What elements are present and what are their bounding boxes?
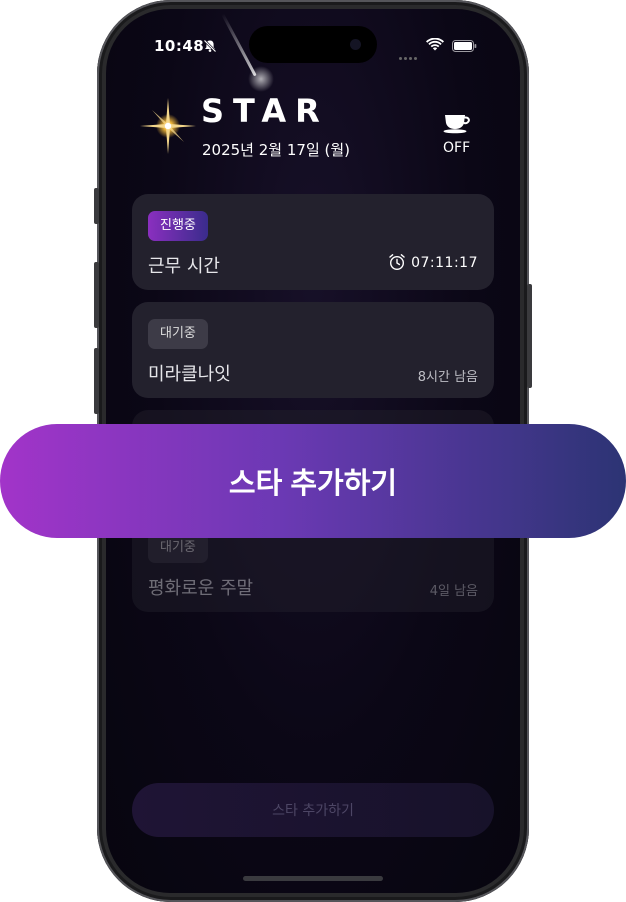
volume-up-button (94, 262, 99, 328)
alarm-clock-icon (389, 254, 405, 271)
coffee-cup-icon[interactable] (442, 110, 472, 134)
battery-icon (452, 40, 477, 52)
add-star-bottom-button[interactable]: 스타 추가하기 (132, 783, 494, 837)
power-button (527, 284, 532, 388)
status-badge: 진행중 (148, 211, 208, 241)
star-logo-icon (140, 98, 196, 154)
cellular-icon (399, 45, 419, 64)
dynamic-island (249, 26, 377, 63)
elapsed-timer: 07:11:17 (411, 255, 478, 271)
card-title: 근무 시간 (148, 256, 220, 277)
card-title: 미라클나잇 (148, 364, 231, 385)
star-card-waiting[interactable]: 대기중 미라클나잇 8시간 남음 (132, 302, 494, 398)
status-badge: 대기중 (148, 319, 208, 349)
current-date: 2025년 2월 17일 (월) (202, 141, 351, 159)
bell-slash-icon (203, 39, 217, 53)
meteor-glow (248, 66, 274, 92)
star-card-active[interactable]: 진행중 근무 시간 07:11:17 (132, 194, 494, 290)
wifi-icon (426, 38, 444, 51)
toggle-status-label[interactable]: OFF (443, 140, 470, 156)
status-time: 10:48 (154, 37, 205, 55)
silent-switch (94, 188, 99, 224)
card-title: 평화로운 주말 (148, 578, 254, 599)
time-remaining: 4일 남음 (429, 584, 478, 599)
add-star-button[interactable]: 스타 추가하기 (0, 424, 626, 538)
app-title: STAR (201, 92, 329, 130)
home-indicator[interactable] (243, 876, 383, 881)
time-remaining: 8시간 남음 (417, 370, 478, 385)
volume-down-button (94, 348, 99, 414)
